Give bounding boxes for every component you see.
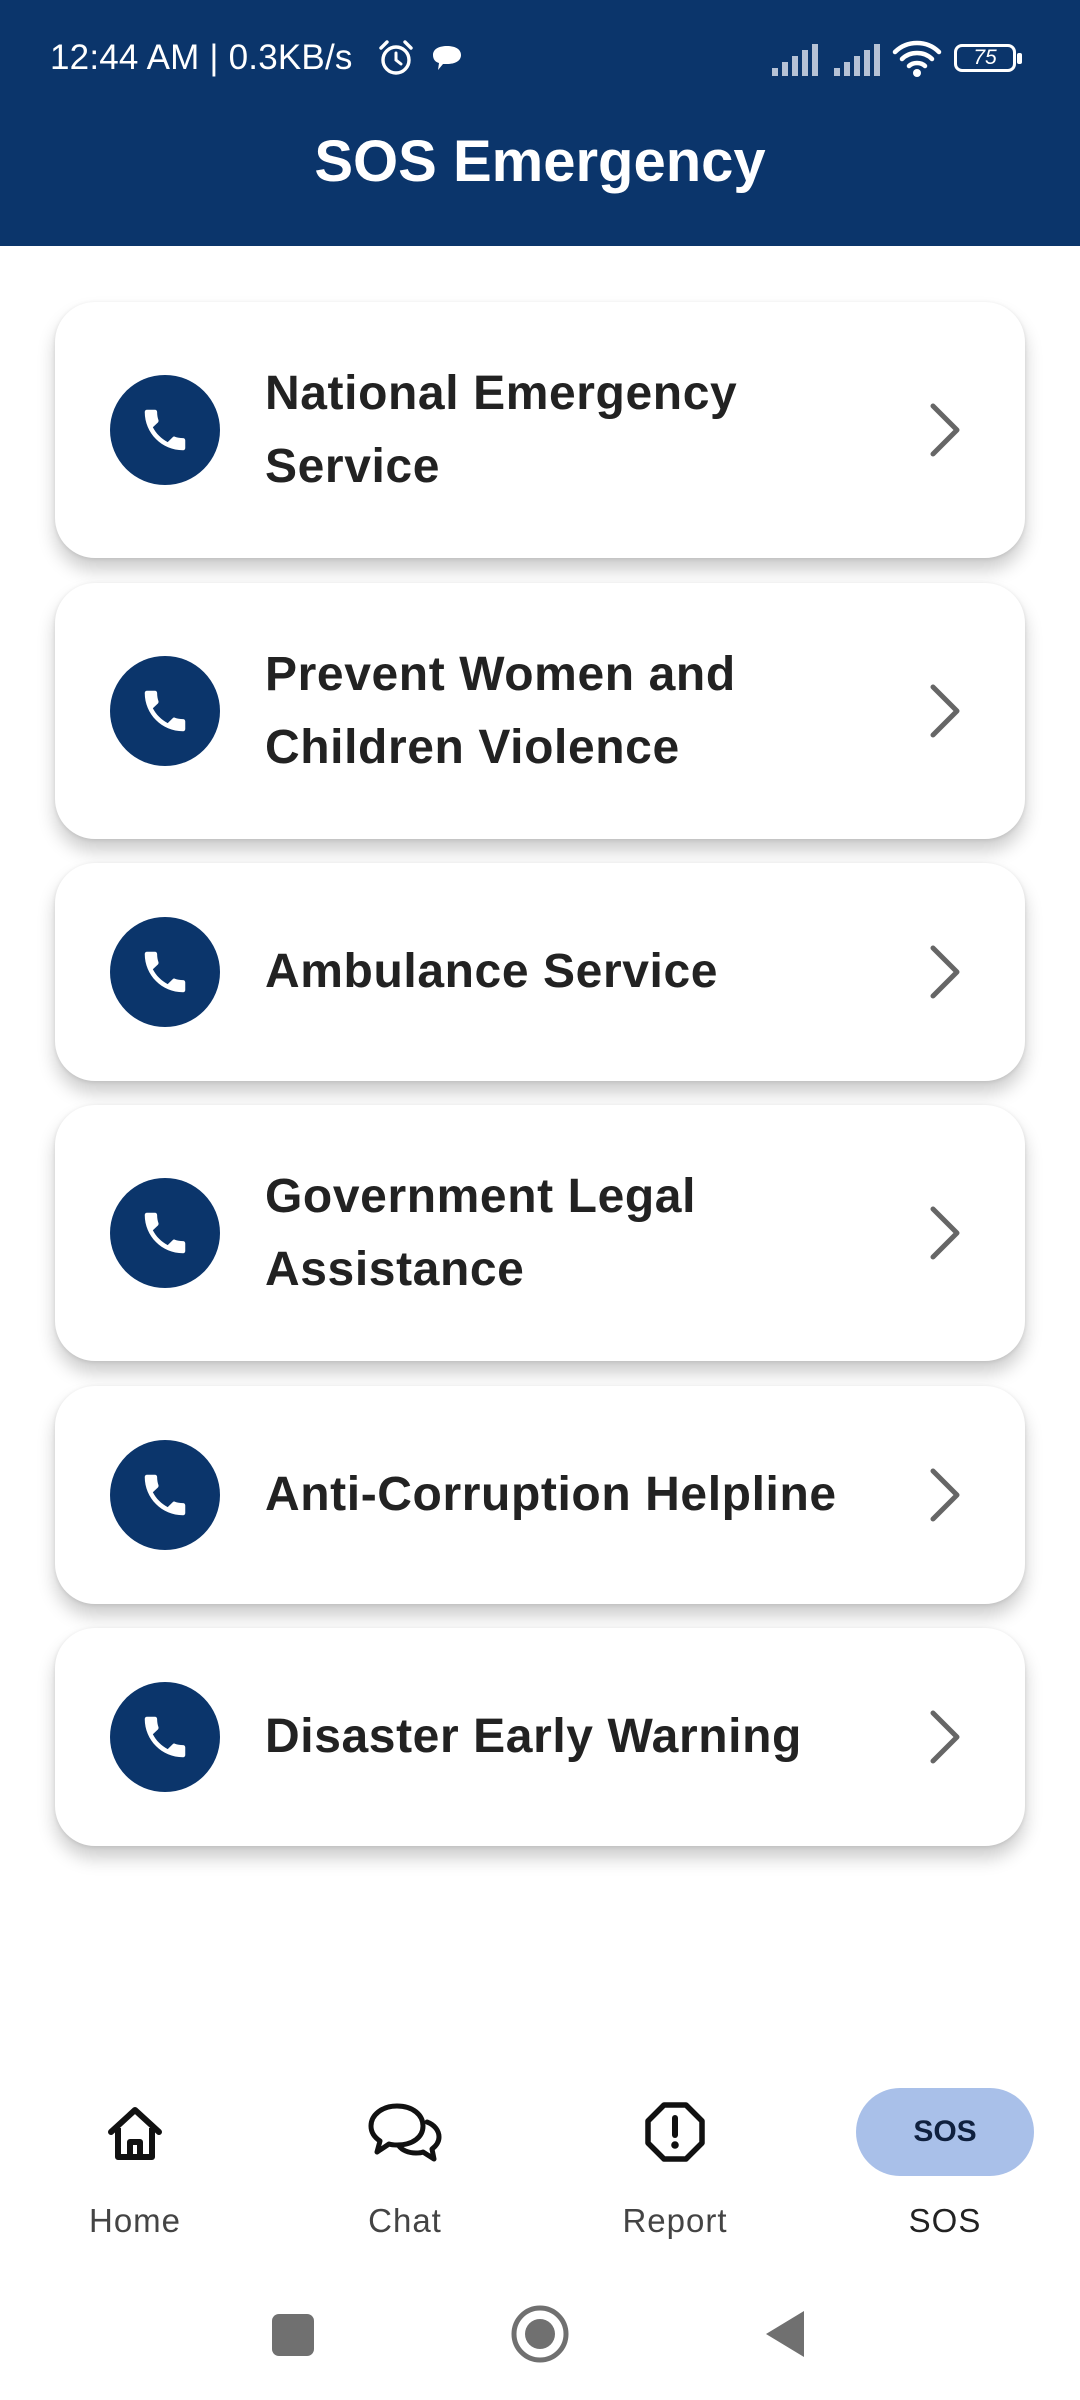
phone-icon — [144, 1212, 186, 1254]
recents-button[interactable] — [270, 2312, 316, 2358]
service-card-women-children-violence[interactable]: Prevent Women and Children Violence — [55, 583, 1025, 839]
bottom-navigation: Home Chat Report SOS SOS — [0, 2060, 1080, 2260]
app-header: 12:44 AM | 0.3KB/s 75 SOS Emergency — [0, 0, 1080, 246]
phone-icon — [144, 1474, 186, 1516]
phone-icon-badge — [110, 1178, 220, 1288]
phone-icon-badge — [110, 1440, 220, 1550]
alert-icon — [645, 2102, 705, 2162]
alarm-icon — [379, 40, 413, 75]
service-card-ambulance[interactable]: Ambulance Service — [55, 863, 1025, 1081]
phone-icon-badge — [110, 917, 220, 1027]
home-button[interactable] — [510, 2304, 570, 2364]
nav-label-home: Home — [88, 2202, 182, 2239]
phone-icon-badge — [110, 375, 220, 485]
nav-item-home[interactable]: Home — [35, 2090, 235, 2250]
chevron-right-icon — [930, 403, 960, 457]
battery-icon: 75 — [954, 44, 1024, 76]
signal-icon — [772, 44, 818, 76]
chevron-right-icon — [930, 1710, 960, 1764]
nav-label-chat: Chat — [368, 2202, 442, 2239]
battery-level: 75 — [973, 46, 997, 69]
phone-icon — [144, 1716, 186, 1758]
service-label: Prevent Women and Children Violence — [265, 648, 736, 774]
nav-item-chat[interactable]: Chat — [305, 2090, 505, 2250]
chat-bubble-icon — [433, 46, 461, 70]
service-label: Government Legal Assistance — [265, 1170, 697, 1296]
back-button[interactable] — [762, 2308, 808, 2360]
service-label: Ambulance Service — [265, 945, 719, 998]
nav-label-report: Report — [622, 2202, 728, 2239]
chevron-right-icon — [930, 1206, 960, 1260]
chat-icon — [368, 2103, 442, 2162]
wifi-icon — [892, 40, 942, 77]
service-card-anti-corruption[interactable]: Anti-Corruption Helpline — [55, 1386, 1025, 1604]
service-card-national-emergency[interactable]: National Emergency Service — [55, 302, 1025, 558]
nav-item-sos[interactable]: SOS SOS — [845, 2088, 1045, 2250]
status-time: 12:44 AM | 0.3KB/s — [50, 38, 353, 77]
phone-icon-badge — [110, 656, 220, 766]
phone-icon — [144, 951, 186, 993]
service-card-legal-assistance[interactable]: Government Legal Assistance — [55, 1105, 1025, 1361]
signal-icon — [834, 44, 880, 76]
sos-icon: SOS — [913, 2115, 977, 2148]
system-navigation-bar — [0, 2290, 1080, 2380]
home-icon — [108, 2107, 162, 2160]
phone-icon-badge — [110, 1682, 220, 1792]
sos-active-indicator: SOS — [856, 2088, 1034, 2176]
chevron-right-icon — [930, 945, 960, 999]
phone-icon — [144, 409, 186, 451]
service-label: Anti-Corruption Helpline — [265, 1468, 837, 1521]
phone-icon — [144, 690, 186, 732]
chevron-right-icon — [930, 1468, 960, 1522]
page-title: SOS Emergency — [314, 129, 766, 194]
service-card-disaster-warning[interactable]: Disaster Early Warning — [55, 1628, 1025, 1846]
service-label: Disaster Early Warning — [265, 1710, 802, 1763]
nav-item-report[interactable]: Report — [575, 2090, 775, 2250]
service-label: National Emergency Service — [265, 367, 738, 493]
chevron-right-icon — [930, 684, 960, 738]
nav-label-sos: SOS — [908, 2202, 982, 2239]
status-bar: 12:44 AM | 0.3KB/s 75 — [0, 0, 1080, 120]
